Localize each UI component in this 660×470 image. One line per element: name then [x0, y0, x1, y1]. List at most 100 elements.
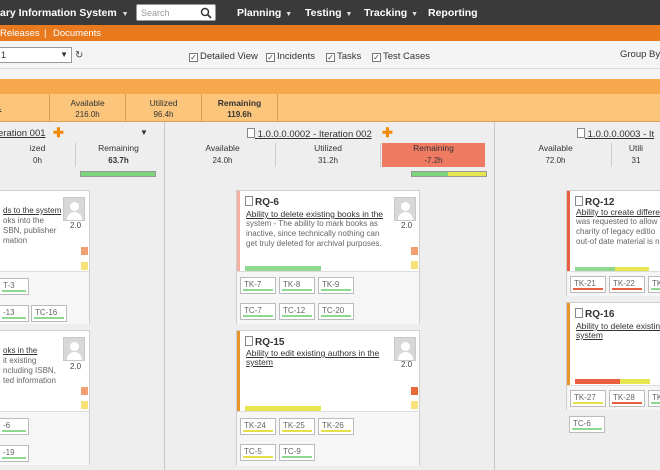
utilized-value: 96.4h	[153, 110, 174, 119]
test-cases-label: Test Cases	[383, 51, 430, 62]
requirement-card-rq-15[interactable]: RQ-15 Ability to edit existing authors i…	[236, 330, 420, 466]
release-utilized: Utilized 96.4h	[126, 94, 202, 122]
nav-tracking[interactable]: Tracking ▼	[364, 7, 418, 19]
test-progress	[282, 456, 312, 458]
app-title[interactable]: ary Information System ▼	[0, 7, 129, 19]
requirement-card[interactable]: oks in the it existing ncluding ISBN, te…	[0, 330, 90, 465]
available-value: 24.0h	[212, 156, 233, 165]
card-name[interactable]: Ability to delete existing books in the	[246, 209, 383, 219]
card-description: system - The ability to mark books as in…	[246, 219, 386, 249]
task-chip[interactable]: TK-	[648, 390, 660, 407]
task-chip[interactable]: -6	[0, 418, 29, 435]
test-case-chip[interactable]: -19	[0, 445, 29, 462]
task-chip[interactable]: T-3	[0, 278, 29, 295]
task-chip[interactable]: TK-21	[570, 276, 606, 293]
task-chip[interactable]: TK-25	[279, 418, 315, 435]
task-chip[interactable]: TK-8	[279, 277, 315, 294]
checkbox-checked-icon: ✓	[372, 53, 381, 62]
requirement-card[interactable]: ds to the system oks into the SBN, publi…	[0, 190, 90, 324]
nav-reporting[interactable]: Reporting	[428, 7, 478, 19]
release-link[interactable]: 1	[0, 102, 1, 113]
iteration-1-title[interactable]: eration 001	[0, 128, 46, 139]
task-id: T-3	[3, 281, 15, 290]
add-plus-icon[interactable]: ✚	[382, 125, 393, 141]
owner-avatar	[394, 197, 416, 221]
card-id[interactable]: RQ-16	[575, 308, 614, 320]
test-progress	[2, 317, 26, 319]
search-icon[interactable]	[200, 7, 212, 19]
incidents-checkbox[interactable]: ✓ Incidents	[266, 51, 315, 62]
test-case-chip[interactable]: TC-7	[240, 303, 276, 320]
release-select[interactable]: 1 ▼	[0, 47, 72, 63]
task-chip[interactable]: TK-26	[318, 418, 354, 435]
progress-overrun	[448, 172, 486, 176]
iteration-2-title[interactable]: 1.0.0.0.0002 - Iteration 002	[247, 128, 372, 140]
task-chip[interactable]: TK-28	[609, 390, 645, 407]
caret-down-icon: ▼	[281, 11, 293, 18]
group-by-label[interactable]: Group By	[620, 49, 660, 60]
test-case-chip[interactable]: TC-12	[279, 303, 315, 320]
add-plus-icon[interactable]: ✚	[53, 125, 64, 141]
checkbox-checked-icon: ✓	[189, 53, 198, 62]
test-progress	[282, 315, 312, 317]
refresh-icon[interactable]: ↻	[75, 50, 83, 61]
test-cases-checkbox[interactable]: ✓ Test Cases	[372, 51, 430, 62]
nav-reporting-label: Reporting	[428, 7, 478, 19]
card-desc-line: was requested to allow	[576, 217, 658, 226]
task-chip[interactable]: TK-9	[318, 277, 354, 294]
card-name-line-2[interactable]: system	[576, 330, 603, 340]
document-icon	[575, 308, 583, 318]
card-name[interactable]: oks in the	[3, 346, 56, 356]
task-chip[interactable]: TK-22	[609, 276, 645, 293]
card-name[interactable]: Ability to create differe	[576, 207, 660, 217]
subnav-releases[interactable]: Releases	[0, 28, 40, 39]
iteration-3-title[interactable]: 1.0.0.0.0003 - It	[577, 128, 654, 140]
task-progress	[651, 402, 660, 404]
test-case-chip[interactable]: TC-20	[318, 303, 354, 320]
card-name-line-2[interactable]: system	[246, 357, 273, 367]
task-id: TK-24	[244, 421, 266, 430]
test-case-chip[interactable]: TC-5	[240, 444, 276, 461]
task-chip[interactable]: TK-24	[240, 418, 276, 435]
card-name[interactable]: ds to the system	[3, 206, 61, 216]
subnav-documents[interactable]: Documents	[53, 28, 101, 39]
requirement-card-rq-16[interactable]: RQ-16 Ability to delete existin system T…	[566, 302, 660, 410]
card-footer: TK-27 TK-28 TK-	[567, 385, 660, 410]
card-desc-line: ted information	[3, 376, 56, 385]
task-chip[interactable]: TK-27	[570, 390, 606, 407]
status-indicator	[81, 401, 88, 409]
requirement-card-rq-6[interactable]: RQ-6 Ability to delete existing books in…	[236, 190, 420, 324]
tasks-checkbox[interactable]: ✓ Tasks	[326, 51, 361, 62]
test-case-chip[interactable]: TC-16	[31, 305, 67, 322]
test-case-id: -19	[3, 448, 15, 457]
test-case-chip[interactable]: TC-9	[279, 444, 315, 461]
iteration-2-available: Available 24.0h	[170, 143, 276, 167]
requirement-card-rq-12[interactable]: RQ-12 Ability to create differe was requ…	[566, 190, 660, 296]
task-progress	[573, 402, 603, 404]
card-description: ds to the system oks into the SBN, publi…	[3, 206, 61, 246]
task-chip[interactable]: TK-7	[240, 277, 276, 294]
card-id[interactable]: RQ-15	[245, 336, 284, 348]
test-case-id: TC-7	[244, 306, 262, 315]
test-case-id: TC-16	[35, 308, 58, 317]
task-chip[interactable]: TK-	[648, 276, 660, 293]
test-case-chip[interactable]: -13	[0, 305, 29, 322]
estimate-value: 2.0	[401, 360, 413, 369]
test-case-chip[interactable]: TC-6	[569, 416, 605, 433]
checkbox-checked-icon: ✓	[326, 53, 335, 62]
status-indicator	[411, 401, 418, 409]
checkbox-checked-icon: ✓	[266, 53, 275, 62]
test-progress	[572, 428, 602, 430]
nav-testing[interactable]: Testing ▼	[305, 7, 352, 19]
caret-down-icon[interactable]: ▼	[120, 11, 129, 18]
card-id[interactable]: RQ-6	[245, 196, 279, 208]
chevron-down-icon[interactable]: ▼	[140, 128, 148, 137]
app-title-text: ary Information System	[0, 7, 117, 19]
tasks-label: Tasks	[337, 51, 362, 62]
task-id: TK-22	[613, 279, 635, 288]
nav-planning[interactable]: Planning ▼	[237, 7, 292, 19]
search-input[interactable]: Search	[136, 4, 216, 21]
card-desc-line: get truly deleted for archival purposes.	[246, 239, 382, 248]
detailed-view-checkbox[interactable]: ✓ Detailed View	[189, 51, 258, 62]
status-indicator	[81, 262, 88, 270]
